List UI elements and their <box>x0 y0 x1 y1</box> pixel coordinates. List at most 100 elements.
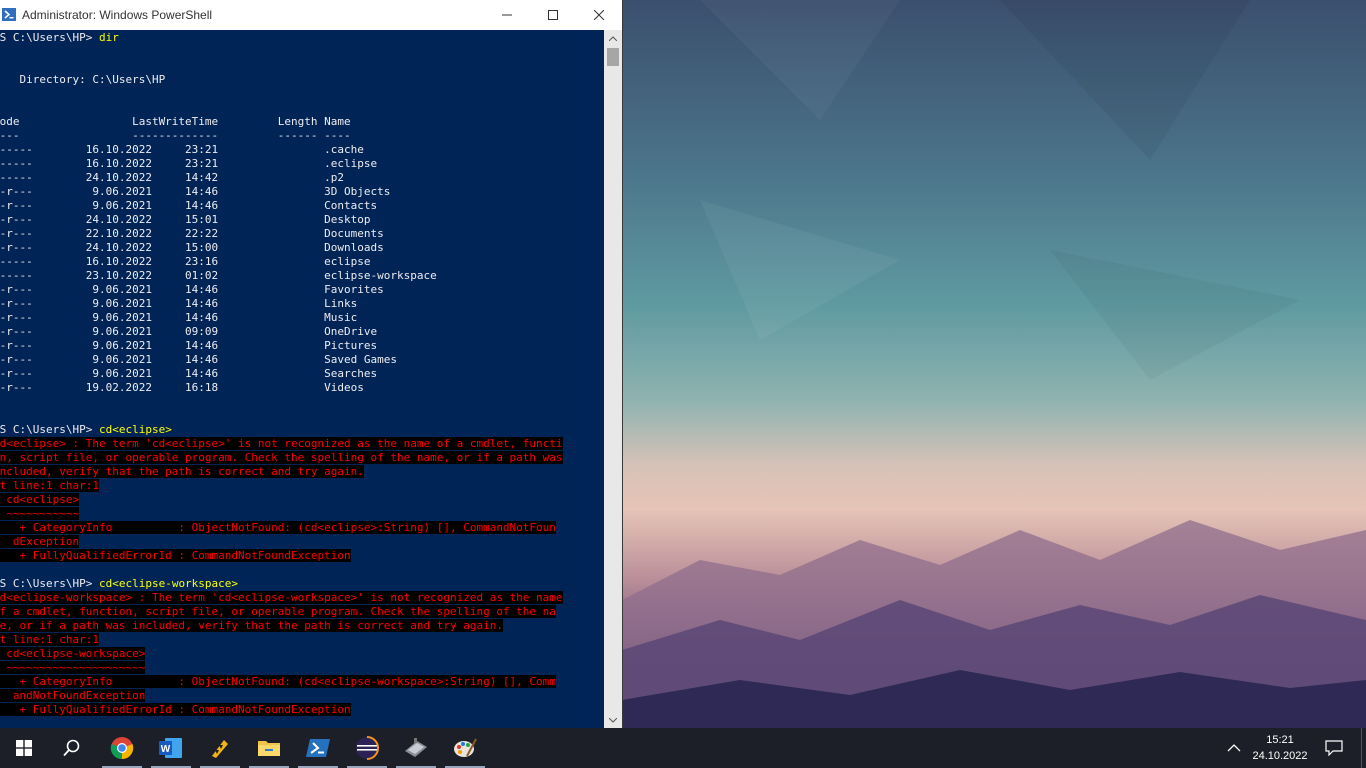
tool-icon <box>212 740 228 758</box>
prompt-line: PS C:\Users\HP> cd<eclipse> <box>0 423 172 437</box>
minimize-icon <box>502 14 512 16</box>
powershell-window[interactable]: Administrator: Windows PowerShell PS C:\… <box>0 0 623 728</box>
clock-date: 24.10.2022 <box>1252 750 1308 762</box>
error-line: + cd<eclipse> <box>0 493 80 506</box>
error-row: me, or if a path was included, verify th… <box>0 619 503 633</box>
error-row: cd<eclipse> : The term 'cd<eclipse>' is … <box>0 437 563 451</box>
output-row: d----- 16.10.2022 23:21 .cache <box>0 143 364 157</box>
error-row: + cd<eclipse> <box>0 493 80 507</box>
start-button[interactable] <box>0 728 48 768</box>
notifications-button[interactable] <box>1312 728 1356 768</box>
chevron-up-icon <box>1227 744 1241 752</box>
taskbar-powershell[interactable] <box>294 728 342 768</box>
show-desktop-button[interactable] <box>1361 728 1366 768</box>
scroll-up-arrow[interactable] <box>604 30 622 46</box>
taskbar-eclipse[interactable] <box>343 728 391 768</box>
error-line: + ~~~~~~~~~~~~~~~~~~~~~ <box>0 661 146 674</box>
taskbar: W 15:21 24.10.2022 <box>0 728 1366 768</box>
output-row: d-r--- 22.10.2022 22:22 Documents <box>0 227 384 241</box>
network-icon <box>405 738 427 757</box>
maximize-button[interactable] <box>530 0 576 30</box>
output-row: d-r--- 9.06.2021 14:46 3D Objects <box>0 185 390 199</box>
error-line: + CategoryInfo : ObjectNotFound: (cd<ecl… <box>0 521 556 534</box>
powershell-icon <box>306 739 330 757</box>
system-clock[interactable]: 15:21 24.10.2022 <box>1248 732 1312 764</box>
output-line: d----- 16.10.2022 23:16 eclipse <box>0 255 371 268</box>
error-row: + ~~~~~~~~~~~ <box>0 507 80 521</box>
output-row: Mode LastWriteTime Length Name <box>0 115 351 129</box>
output-row: d-r--- 24.10.2022 15:01 Desktop <box>0 213 371 227</box>
output-line: d----- 23.10.2022 01:02 eclipse-workspac… <box>0 269 437 282</box>
error-row: + CategoryInfo : ObjectNotFound: (cd<ecl… <box>0 675 556 689</box>
prompt-line: PS C:\Users\HP> cd<eclipse-workspace> <box>0 577 238 591</box>
minimize-button[interactable] <box>484 0 530 30</box>
output-line: d-r--- 24.10.2022 15:01 Desktop <box>0 213 371 226</box>
output-line: ---- ------------- ------ ---- <box>0 129 351 142</box>
taskbar-tool[interactable] <box>196 728 244 768</box>
output-line: d----- 16.10.2022 23:21 .cache <box>0 143 364 156</box>
error-line: cd<eclipse> : The term 'cd<eclipse>' is … <box>0 437 563 450</box>
error-row: andNotFoundException <box>0 689 146 703</box>
clock-time: 15:21 <box>1266 734 1294 746</box>
close-button[interactable] <box>576 0 622 30</box>
error-line: included, verify that the path is correc… <box>0 465 364 478</box>
error-row: on, script file, or operable program. Ch… <box>0 451 563 465</box>
output-row: ---- ------------- ------ ---- <box>0 129 351 143</box>
error-line: + cd<eclipse-workspace> <box>0 647 146 660</box>
file-explorer-icon <box>258 741 280 756</box>
vertical-scrollbar[interactable] <box>604 30 622 728</box>
powershell-icon <box>2 8 16 21</box>
maximize-icon <box>548 10 558 20</box>
output-row: d----- 23.10.2022 01:02 eclipse-workspac… <box>0 269 437 283</box>
error-row: dException <box>0 535 80 549</box>
taskbar-word[interactable]: W <box>147 728 195 768</box>
taskbar-file-explorer[interactable] <box>245 728 293 768</box>
output-line: d-r--- 9.06.2021 14:46 Favorites <box>0 283 384 296</box>
taskbar-network-tool[interactable] <box>392 728 440 768</box>
search-button[interactable] <box>48 728 96 768</box>
taskbar-chrome[interactable] <box>98 728 146 768</box>
scroll-down-arrow[interactable] <box>604 712 622 728</box>
output-line: d-r--- 9.06.2021 14:46 Links <box>0 297 358 310</box>
output-row: d-r--- 9.06.2021 14:46 Links <box>0 297 357 311</box>
windows-start-icon <box>16 740 32 756</box>
svg-text:W: W <box>161 744 171 755</box>
paint-icon <box>454 738 477 757</box>
taskbar-paint[interactable] <box>441 728 489 768</box>
chevron-down-icon <box>609 717 617 723</box>
error-row: + FullyQualifiedErrorId : CommandNotFoun… <box>0 549 351 563</box>
error-line: of a cmdlet, function, script file, or o… <box>0 605 556 618</box>
error-line: At line:1 char:1 <box>0 633 99 646</box>
output-row: d-r--- 9.06.2021 14:46 Music <box>0 311 357 325</box>
error-line: + FullyQualifiedErrorId : CommandNotFoun… <box>0 703 351 716</box>
error-row: included, verify that the path is correc… <box>0 465 364 479</box>
error-line: on, script file, or operable program. Ch… <box>0 451 563 464</box>
eclipse-icon <box>356 736 379 760</box>
notification-icon <box>1325 740 1343 756</box>
console-output[interactable]: PS C:\Users\HP> dir Directory: C:\Users\… <box>0 30 604 728</box>
close-icon <box>594 10 604 20</box>
error-row: + cd<eclipse-workspace> <box>0 647 146 661</box>
prompt-text: PS C:\Users\HP> <box>0 577 99 590</box>
output-line: d----- 16.10.2022 23:21 .eclipse <box>0 157 378 170</box>
prompt-text: PS C:\Users\HP> <box>0 423 99 436</box>
scrollbar-thumb[interactable] <box>607 48 619 66</box>
word-icon: W <box>159 738 182 758</box>
output-line: d-r--- 9.06.2021 14:46 Contacts <box>0 199 378 212</box>
error-row: + CategoryInfo : ObjectNotFound: (cd<ecl… <box>0 521 556 535</box>
output-line: Mode LastWriteTime Length Name <box>0 115 351 128</box>
output-row: d-r--- 9.06.2021 14:46 Contacts <box>0 199 377 213</box>
title-bar[interactable]: Administrator: Windows PowerShell <box>0 0 622 30</box>
output-row: d-r--- 9.06.2021 14:46 Favorites <box>0 283 384 297</box>
error-row: cd<eclipse-workspace> : The term 'cd<ecl… <box>0 591 563 605</box>
output-line: d-r--- 9.06.2021 14:46 Music <box>0 311 358 324</box>
error-line: dException <box>0 535 80 548</box>
output-row: d-r--- 9.06.2021 09:09 OneDrive <box>0 325 377 339</box>
error-row: At line:1 char:1 <box>0 633 99 647</box>
output-line: d-r--- 9.06.2021 14:46 3D Objects <box>0 185 391 198</box>
error-line: + CategoryInfo : ObjectNotFound: (cd<ecl… <box>0 675 556 688</box>
output-row: d----- 16.10.2022 23:16 eclipse <box>0 255 371 269</box>
output-row: Directory: C:\Users\HP <box>0 73 165 87</box>
command-text: dir <box>98 31 119 44</box>
output-row: d----- 24.10.2022 14:42 .p2 <box>0 171 344 185</box>
